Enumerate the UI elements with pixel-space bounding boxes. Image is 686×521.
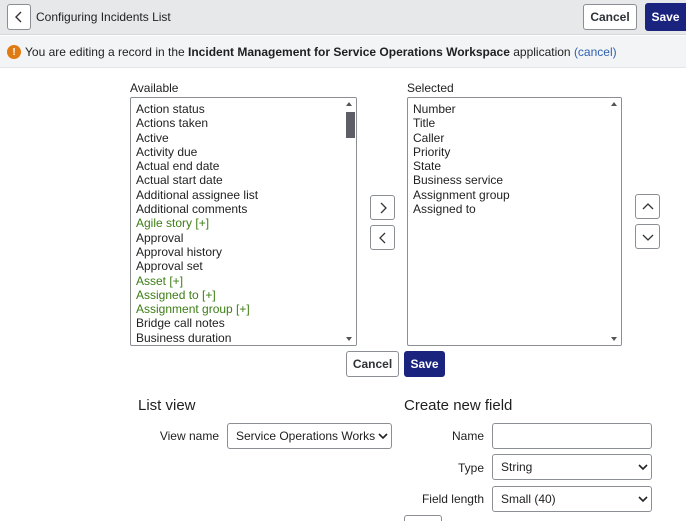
available-label: Available	[130, 81, 179, 95]
page-title: Configuring Incidents List	[36, 10, 171, 24]
view-name-value: Service Operations Worksp	[236, 429, 375, 443]
name-label: Name	[451, 429, 484, 443]
available-list-item[interactable]: Asset [+]	[131, 274, 356, 288]
selected-list-item[interactable]: Number	[408, 102, 621, 116]
available-list-item[interactable]: Activity due	[131, 145, 356, 159]
notice-suffix: application	[509, 45, 574, 59]
available-list-item[interactable]: Additional assignee list	[131, 188, 356, 202]
type-value: String	[501, 460, 533, 474]
field-length-value: Small (40)	[501, 492, 556, 506]
selected-label: Selected	[407, 81, 454, 95]
selected-list-item[interactable]: Business service	[408, 173, 621, 187]
field-length-select[interactable]: Small (40)	[492, 486, 652, 512]
view-name-select[interactable]: Service Operations Worksp	[227, 423, 392, 449]
chevron-left-icon	[15, 11, 22, 23]
selected-list-item[interactable]: Assigned to	[408, 202, 621, 216]
available-listbox[interactable]: Action status Actions taken Active Activity…	[130, 97, 357, 346]
chevron-down-icon	[375, 432, 391, 440]
back-button[interactable]	[7, 4, 31, 30]
scroll-down-arrow-icon[interactable]	[346, 337, 352, 341]
available-list-item[interactable]: Approval set	[131, 259, 356, 273]
available-list-item[interactable]: Assignment group [+]	[131, 302, 356, 316]
selected-list-item[interactable]: Title	[408, 116, 621, 130]
header-save-button[interactable]: Save	[645, 3, 686, 31]
notice-app-name: Incident Management for Service Operatio…	[188, 45, 510, 59]
available-list-item[interactable]: Approval history	[131, 245, 356, 259]
move-down-button[interactable]	[635, 224, 660, 249]
type-label: Type	[457, 461, 484, 475]
available-list-item[interactable]: Business duration	[131, 331, 356, 345]
type-select[interactable]: String	[492, 454, 652, 480]
create-field-button[interactable]	[404, 515, 442, 521]
chevron-down-icon	[642, 234, 653, 241]
field-length-label: Field length	[421, 492, 484, 506]
scroll-thumb[interactable]	[346, 112, 355, 138]
available-scrollbar[interactable]	[344, 98, 356, 345]
selected-list-item[interactable]: State	[408, 159, 621, 173]
warning-icon: !	[7, 45, 21, 59]
available-list-item[interactable]: Active	[131, 131, 356, 145]
list-save-button[interactable]: Save	[404, 351, 445, 377]
chevron-down-icon	[635, 463, 651, 471]
scope-notice-text: You are editing a record in the Incident…	[25, 45, 617, 59]
available-list-item[interactable]: Actual end date	[131, 159, 356, 173]
list-cancel-button[interactable]: Cancel	[346, 351, 399, 377]
chevron-down-icon	[635, 495, 651, 503]
available-list-item[interactable]: Action status	[131, 102, 356, 116]
header-cancel-button[interactable]: Cancel	[583, 4, 637, 30]
selected-list-item[interactable]: Priority	[408, 145, 621, 159]
selected-listbox[interactable]: Number Title Caller Priority State Business s…	[407, 97, 622, 346]
available-list-item[interactable]: Agile story [+]	[131, 216, 356, 230]
view-name-label: View name	[159, 429, 219, 443]
available-list-item[interactable]: Assigned to [+]	[131, 288, 356, 302]
list-view-heading: List view	[138, 397, 196, 414]
selected-list-item[interactable]: Caller	[408, 131, 621, 145]
selected-list-item[interactable]: Assignment group	[408, 188, 621, 202]
remove-from-selected-button[interactable]	[370, 225, 395, 250]
create-new-field-heading: Create new field	[404, 397, 513, 414]
chevron-up-icon	[642, 202, 653, 209]
available-list-item[interactable]: Actions taken	[131, 116, 356, 130]
notice-prefix: You are editing a record in the	[25, 45, 189, 59]
chevron-right-icon	[380, 202, 387, 213]
available-list-item[interactable]: Additional comments	[131, 202, 356, 216]
name-input[interactable]	[492, 423, 652, 449]
selected-scrollbar[interactable]	[609, 98, 621, 345]
available-list-item[interactable]: Bridge call notes	[131, 316, 356, 330]
available-list-item[interactable]: Approval	[131, 231, 356, 245]
scroll-up-arrow-icon[interactable]	[346, 102, 352, 106]
scroll-up-arrow-icon[interactable]	[611, 102, 617, 106]
add-to-selected-button[interactable]	[370, 195, 395, 220]
available-list-item[interactable]: Actual start date	[131, 173, 356, 187]
scroll-down-arrow-icon[interactable]	[611, 337, 617, 341]
chevron-left-icon	[378, 232, 385, 243]
notice-cancel-link[interactable]: (cancel)	[574, 45, 617, 59]
move-up-button[interactable]	[635, 194, 660, 219]
